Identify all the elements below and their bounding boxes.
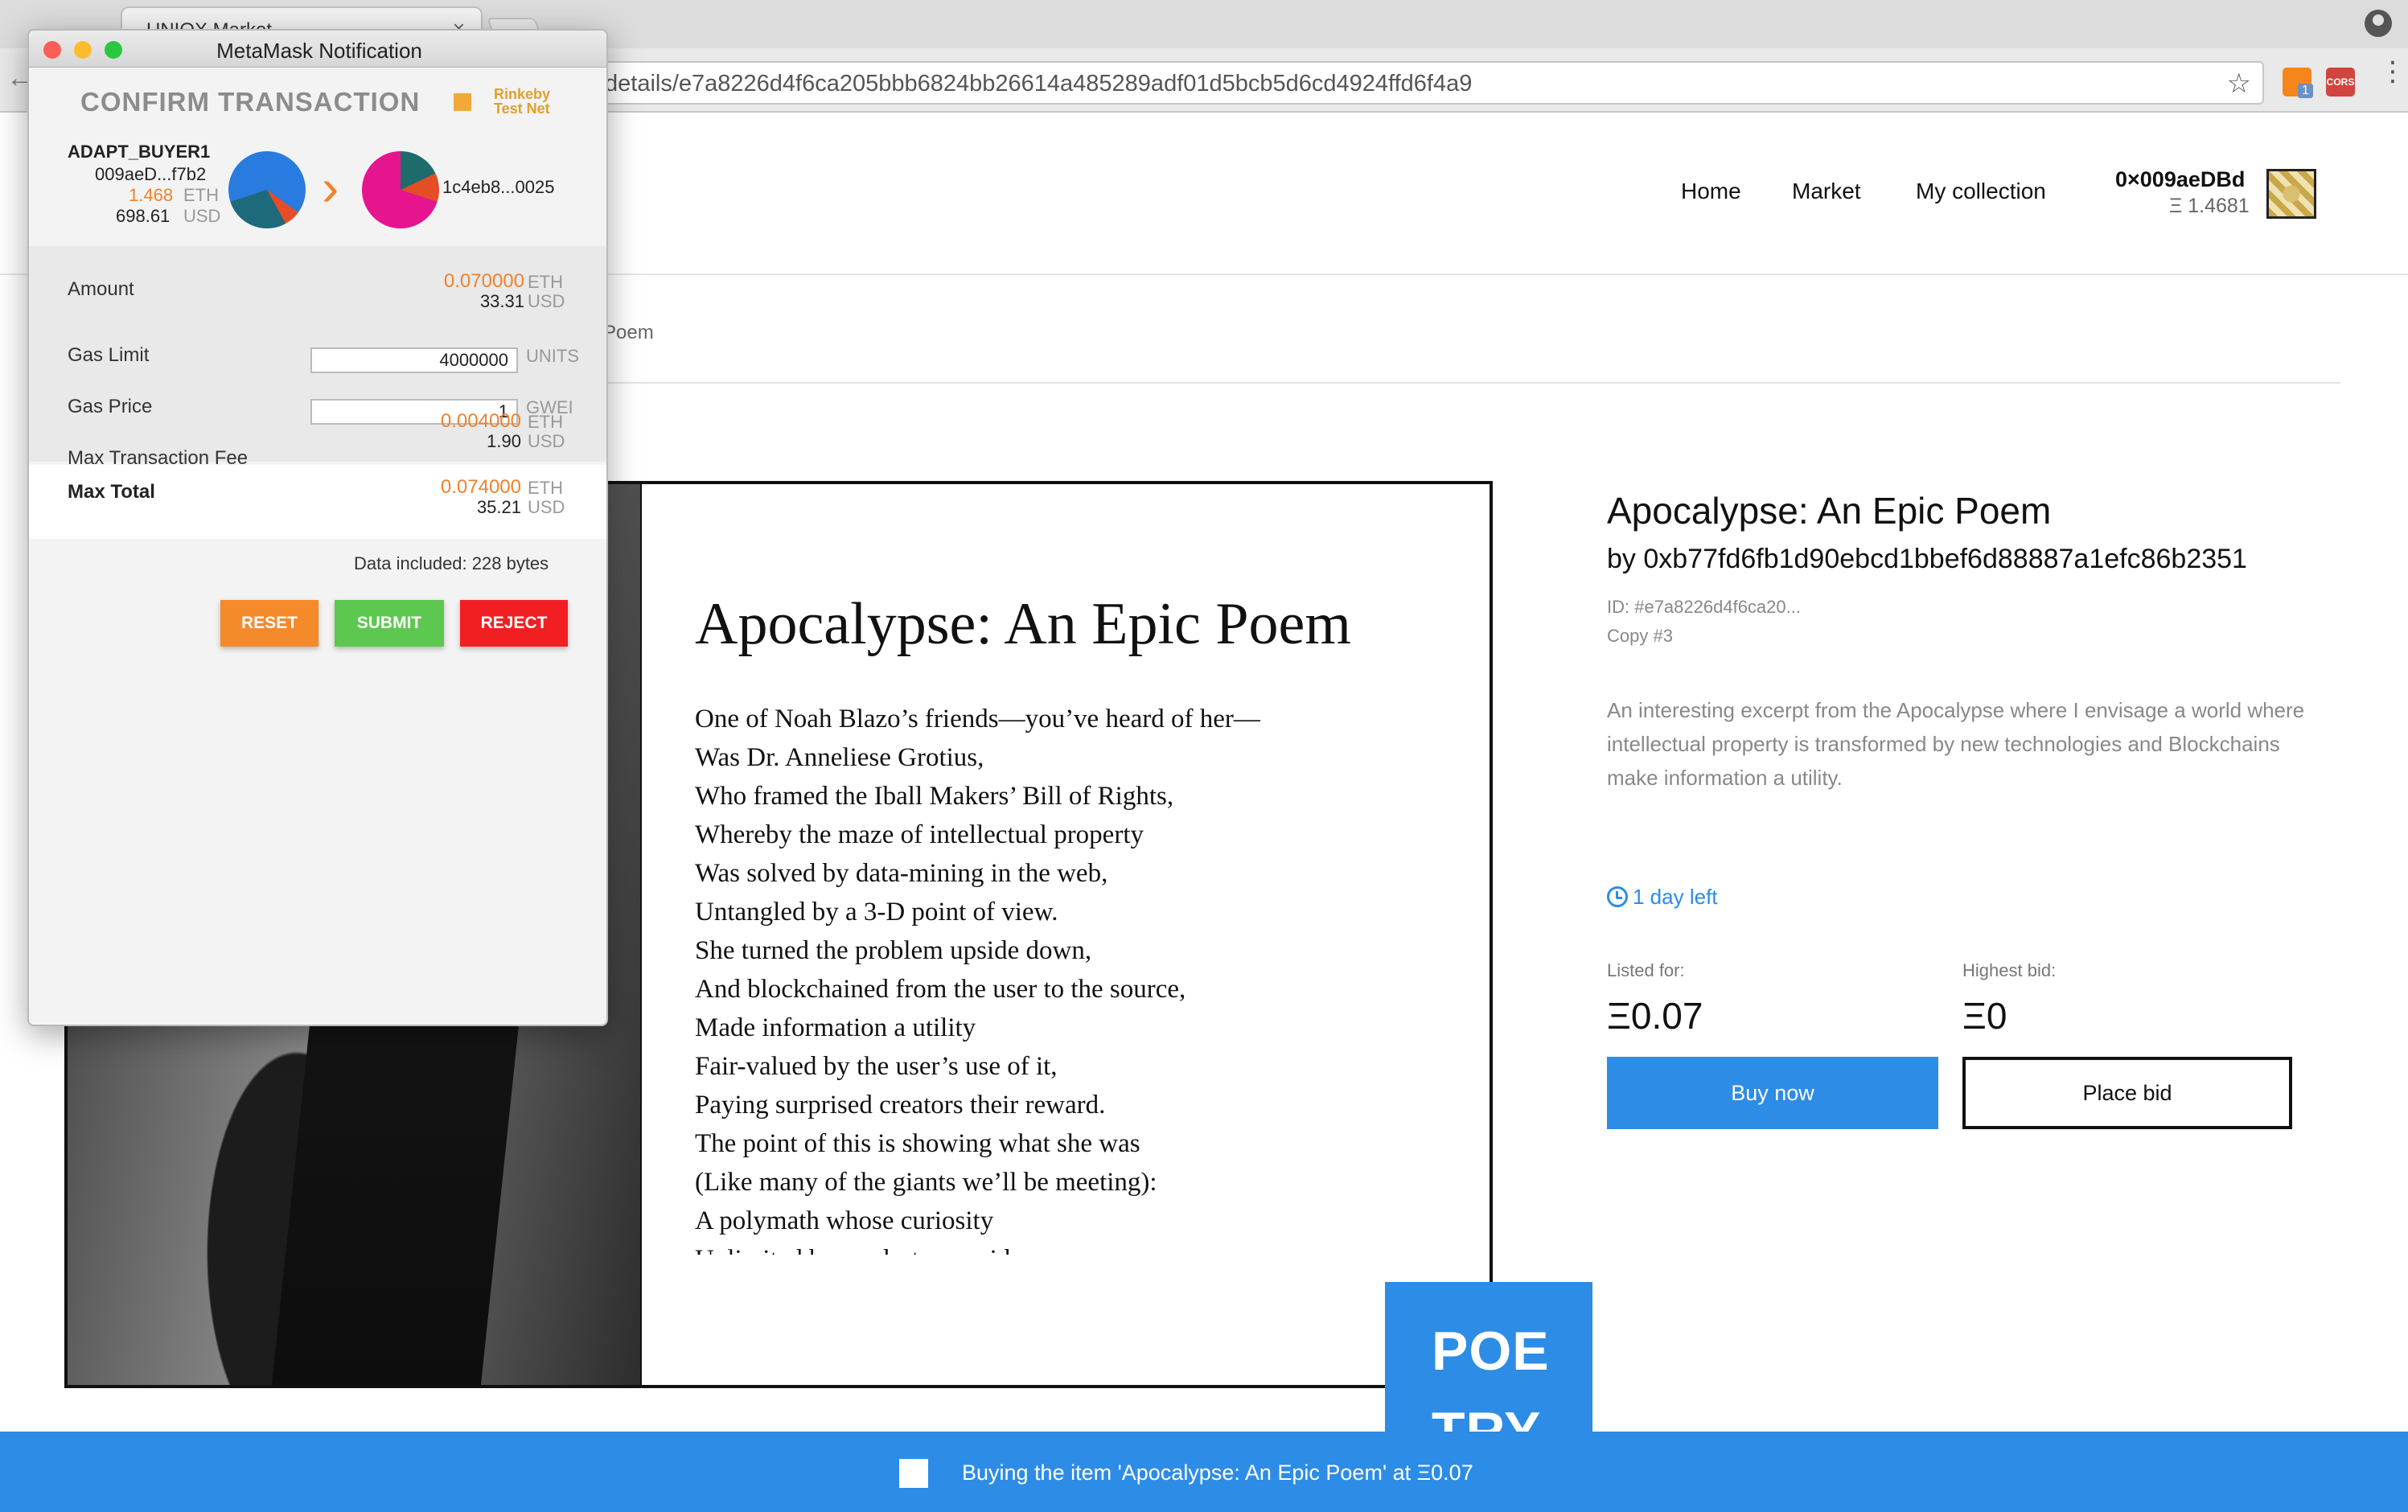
confirm-heading: CONFIRM TRANSACTION: [80, 87, 421, 117]
usd-unit: USD: [528, 291, 565, 311]
poem-line: Unlimited by modesty or pride: [695, 1240, 1467, 1255]
max-total-usd: 35.21: [476, 497, 521, 517]
max-total-label: Max Total: [68, 481, 155, 503]
max-fee-eth: 0.004000: [440, 410, 521, 432]
usd-unit: USD: [183, 206, 221, 226]
status-checkbox: [899, 1459, 928, 1488]
poem-line: One of Noah Blazo’s friends—you’ve heard…: [695, 705, 1260, 733]
clock-icon: [1607, 886, 1628, 907]
network-label: Rinkeby Test Net: [494, 86, 551, 117]
poem-line: Untangled by a 3-D point of view.: [695, 898, 1058, 927]
account-balance: Ξ 1.4681: [2169, 195, 2250, 217]
transfer-arrow-icon: ›: [322, 158, 339, 216]
highest-bid-label: Highest bid:: [1962, 960, 2057, 980]
amount-label: Amount: [68, 278, 134, 300]
status-text: Buying the item 'Apocalypse: An Epic Poe…: [962, 1461, 1473, 1485]
account-avatar[interactable]: [2266, 169, 2316, 219]
from-account-eth: 1.468: [129, 185, 174, 205]
transaction-status-bar: Buying the item 'Apocalypse: An Epic Poe…: [0, 1432, 2408, 1512]
amount-eth: 0.070000: [443, 270, 524, 292]
window-title: MetaMask Notification: [216, 39, 422, 63]
max-fee-usd: 1.90: [487, 431, 521, 451]
usd-unit: USD: [528, 497, 565, 517]
cors-extension-icon[interactable]: CORS: [2326, 68, 2355, 97]
listed-for-label: Listed for:: [1607, 960, 1685, 980]
time-left-label: 1 day left: [1633, 885, 1718, 909]
time-left: 1 day left: [1607, 885, 1718, 910]
item-author: by 0xb77fd6fb1d90ebcd1bbef6d88887a1efc86…: [1607, 544, 2247, 574]
max-total-eth: 0.074000: [440, 476, 521, 498]
poem-line: She turned the problem upside down,: [695, 936, 1092, 965]
usd-unit: USD: [528, 431, 565, 451]
item-copy: Copy #3: [1607, 626, 1673, 646]
network-indicator-icon: [454, 93, 471, 111]
poetry-badge-text: POE TRY: [1432, 1321, 1550, 1435]
poem-line: (Like many of the giants we’ll be meetin…: [695, 1168, 1157, 1197]
window-titlebar[interactable]: MetaMask Notification: [29, 31, 606, 68]
eth-unit: ETH: [183, 185, 219, 205]
browser-menu-icon[interactable]: ⋮: [2379, 58, 2406, 85]
poem-line: Made information a utility: [695, 1013, 976, 1042]
reset-button[interactable]: RESET: [220, 600, 318, 647]
place-bid-button[interactable]: Place bid: [1962, 1057, 2292, 1129]
metamask-notification-window: MetaMask Notification CONFIRM TRANSACTIO…: [27, 29, 608, 1026]
poem-line: Who framed the Iball Makers’ Bill of Rig…: [695, 782, 1174, 811]
reject-button[interactable]: REJECT: [460, 600, 568, 647]
poem-text: One of Noah Blazo’s friends—you’ve heard…: [695, 700, 1467, 1255]
poem-title: Apocalypse: An Epic Poem: [695, 591, 1351, 657]
eth-unit: ETH: [528, 272, 563, 292]
nav-home[interactable]: Home: [1681, 179, 1741, 204]
account-address: 0×009aeDBd: [2115, 167, 2246, 191]
from-account-address: 009aeD...f7b2: [95, 164, 207, 184]
eth-unit: ETH: [528, 478, 563, 498]
poem-line: And blockchained from the user to the so…: [695, 975, 1186, 1004]
item-id: ID: #e7a8226d4f6ca20...: [1607, 597, 1801, 617]
url-text[interactable]: details/e7a8226d4f6ca205bbb6824bb26614a4…: [605, 71, 1472, 97]
to-identicon: [362, 151, 439, 228]
poem-line: Paying surprised creators their reward.: [695, 1091, 1106, 1120]
poem-sheet: Apocalypse: An Epic Poem One of Noah Bla…: [640, 484, 1490, 1385]
gas-limit-unit: UNITS: [526, 346, 579, 366]
gas-limit-input[interactable]: [310, 347, 518, 373]
submit-button[interactable]: SUBMIT: [335, 600, 444, 647]
poetry-badge: POE TRY: [1385, 1282, 1592, 1435]
buy-now-button[interactable]: Buy now: [1607, 1057, 1938, 1129]
to-address: 1c4eb8...0025: [442, 177, 555, 197]
eth-unit: ETH: [528, 412, 563, 432]
extension-badge: 1: [2298, 84, 2313, 98]
breadcrumb[interactable]: Poem: [603, 322, 654, 344]
gas-limit-label: Gas Limit: [68, 344, 150, 366]
from-account-usd: 698.61: [116, 206, 171, 226]
item-title: Apocalypse: An Epic Poem: [1607, 490, 2052, 532]
poem-line: Was Dr. Anneliese Grotius,: [695, 743, 984, 772]
from-identicon: [228, 151, 306, 228]
item-description: An interesting excerpt from the Apocalyp…: [1607, 698, 2305, 790]
nav-market[interactable]: Market: [1792, 179, 1861, 204]
poem-line: Was solved by data-mining in the web,: [695, 859, 1108, 888]
data-included: Data included: 228 bytes: [354, 553, 549, 573]
profile-icon[interactable]: [2365, 10, 2392, 37]
poem-line: Fair-valued by the user’s use of it,: [695, 1052, 1058, 1081]
highest-bid-value: Ξ0: [1962, 995, 2007, 1037]
poem-line: A polymath whose curiosity: [695, 1206, 994, 1235]
gas-price-label: Gas Price: [68, 396, 153, 417]
poem-line: Whereby the maze of intellectual propert…: [695, 820, 1144, 849]
from-account-name: ADAPT_BUYER1: [68, 142, 211, 162]
poem-line: The point of this is showing what she wa…: [695, 1129, 1140, 1158]
amount-usd: 33.31: [479, 291, 524, 311]
bookmark-star-icon[interactable]: ☆: [2227, 68, 2251, 100]
listed-for-value: Ξ0.07: [1607, 995, 1703, 1037]
transaction-details: Amount 0.070000 ETH 33.31 USD Gas Limit …: [29, 246, 606, 469]
nav-my-collection[interactable]: My collection: [1916, 179, 2046, 204]
